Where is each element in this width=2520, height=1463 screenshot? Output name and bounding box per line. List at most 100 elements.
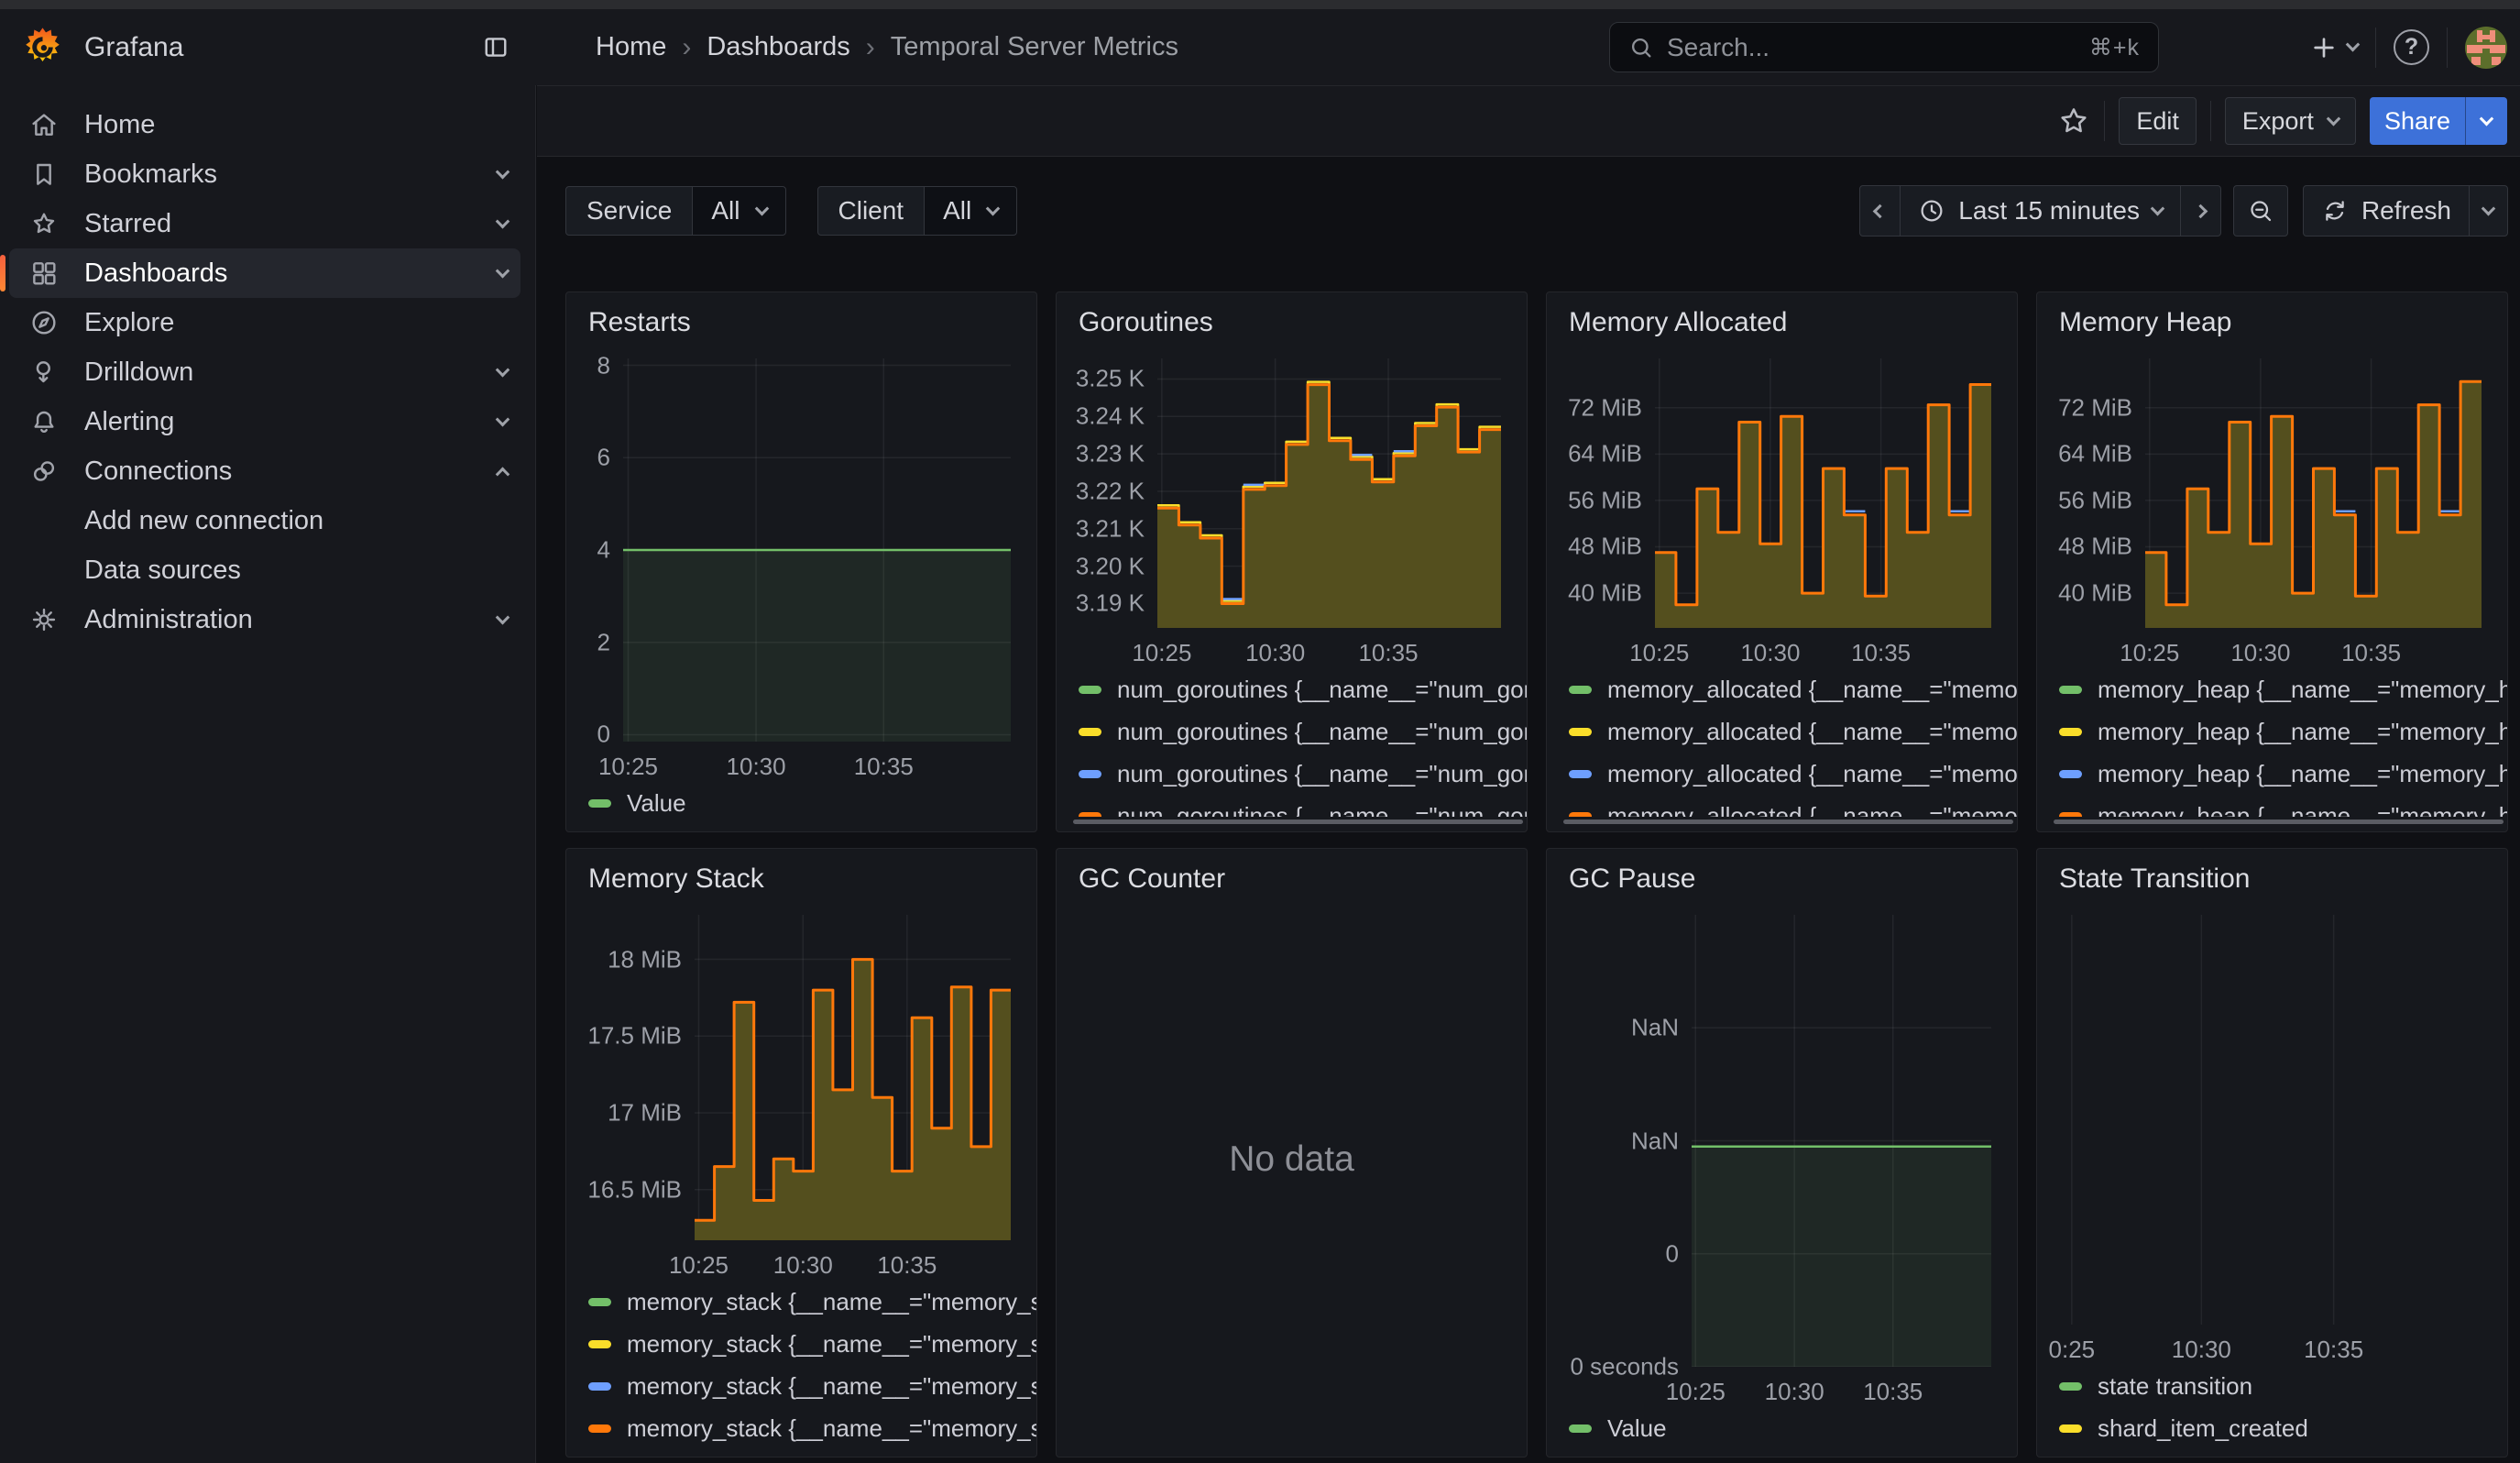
add-new-button[interactable]: [2309, 33, 2358, 62]
chart-plot-area[interactable]: [1655, 358, 1991, 628]
panel-title[interactable]: GC Pause: [1547, 849, 2017, 898]
legend-item[interactable]: num_goroutines {__name__="num_goroutines…: [1073, 710, 1527, 753]
legend-item[interactable]: memory_heap {__name__="memory_heap": [2054, 668, 2507, 710]
legend-item[interactable]: memory_stack {__name__="memory_stack": [583, 1365, 1036, 1407]
time-series-chart: 18 MiB17.5 MiB17 MiB16.5 MiB10:2510:3010…: [566, 898, 1036, 1457]
sidebar-item-explore[interactable]: Explore: [9, 298, 520, 347]
breadcrumb-dashboards[interactable]: Dashboards: [707, 32, 849, 62]
zoom-out-button[interactable]: [2233, 185, 2288, 236]
time-shift-forward-button[interactable]: [2180, 185, 2221, 236]
legend-scrollbar[interactable]: [1563, 820, 2013, 824]
share-button[interactable]: Share: [2370, 97, 2465, 145]
sidebar-item-bookmarks[interactable]: Bookmarks: [9, 149, 520, 199]
panel-title[interactable]: State Transition: [2037, 849, 2507, 898]
chevron-down-icon: [496, 362, 510, 377]
sidebar-item-home[interactable]: Home: [9, 100, 520, 149]
y-tick-label: 3.21 K: [1076, 514, 1145, 543]
legend-item[interactable]: memory_stack {__name__="memory_stack": [583, 1281, 1036, 1323]
bell-icon: [29, 407, 59, 436]
chart-plot-area[interactable]: [1157, 358, 1501, 628]
y-tick-label: 72 MiB: [2058, 393, 2132, 422]
legend-item[interactable]: memory_allocated {__name__="memory_alloc…: [1563, 795, 2017, 817]
dock-sidebar-toggle-button[interactable]: [480, 34, 511, 60]
client-variable-value[interactable]: All: [924, 186, 1017, 236]
panel-title[interactable]: Memory Heap: [2037, 292, 2507, 342]
sidebar-item-alerting[interactable]: Alerting: [9, 397, 520, 446]
breadcrumb-separator: ›: [682, 32, 691, 63]
refresh-interval-button[interactable]: [2469, 185, 2508, 236]
y-tick-label: 48 MiB: [1568, 533, 1642, 561]
sidebar-item-label: Add new connection: [84, 506, 520, 536]
chart-plot-area[interactable]: [623, 358, 1011, 742]
legend-item[interactable]: memory_heap {__name__="memory_heap": [2054, 710, 2507, 753]
search-box[interactable]: ⌘+k: [1609, 22, 2159, 72]
legend-item[interactable]: num_goroutines {__name__="num_goroutines…: [1073, 668, 1527, 710]
legend-item[interactable]: memory_heap {__name__="memory_heap": [2054, 795, 2507, 817]
plus-icon: [2309, 33, 2339, 62]
chevron-up-icon: [496, 467, 510, 481]
dashboard-toolbar: Edit Export Share: [537, 85, 2520, 157]
panel-mem_heap: Memory Heap 72 MiB64 MiB56 MiB48 MiB40 Mi…: [2036, 292, 2508, 832]
legend-item[interactable]: memory_stack {__name__="memory_stack": [583, 1323, 1036, 1365]
legend-item[interactable]: memory_heap {__name__="memory_heap": [2054, 753, 2507, 795]
y-axis: 72 MiB64 MiB56 MiB48 MiB40 MiB: [2054, 358, 2145, 628]
panel-grid: Restarts8642010:2510:3010:35ValueGorouti…: [565, 292, 2508, 1458]
legend-item[interactable]: memory_stack {__name__="memory_stack": [583, 1407, 1036, 1449]
legend: memory_allocated {__name__="memory_alloc…: [1563, 666, 2017, 817]
legend-item[interactable]: num_goroutines {__name__="num_goroutines…: [1073, 753, 1527, 795]
chart-plot-area[interactable]: [1692, 915, 1991, 1367]
sidebar-item-drilldown[interactable]: Drilldown: [9, 347, 520, 397]
breadcrumb-home[interactable]: Home: [596, 32, 666, 62]
sidebar-item-administration[interactable]: Administration: [9, 595, 520, 644]
sidebar-item-connections[interactable]: Connections: [9, 446, 520, 496]
legend-item[interactable]: Value: [583, 782, 1036, 824]
legend-item[interactable]: state transition: [2054, 1365, 2507, 1407]
sidebar-item-data-sources[interactable]: Data sources: [9, 545, 520, 595]
legend-swatch: [2059, 728, 2082, 736]
x-tick-label: 0:25: [2049, 1336, 2096, 1364]
x-tick-label: 10:25: [1666, 1378, 1726, 1406]
sidebar-item-add-new-connection[interactable]: Add new connection: [9, 496, 520, 545]
panel-title[interactable]: Restarts: [566, 292, 1036, 342]
search-input[interactable]: [1667, 33, 2076, 62]
time-range-label: Last 15 minutes: [1958, 196, 2140, 226]
time-shift-back-button[interactable]: [1859, 185, 1901, 236]
chevron-down-icon: [754, 201, 769, 215]
panel-title[interactable]: Memory Allocated: [1547, 292, 2017, 342]
user-avatar[interactable]: [2465, 27, 2507, 69]
legend-label: memory_allocated {__name__="memory_alloc…: [1607, 802, 2017, 818]
chart-plot-area[interactable]: [695, 915, 1011, 1240]
breadcrumb-current: Temporal Server Metrics: [891, 32, 1178, 62]
chevron-down-icon: [2151, 201, 2165, 215]
service-variable-value[interactable]: All: [692, 186, 785, 236]
sidebar-item-dashboards[interactable]: Dashboards: [9, 248, 520, 298]
chart-plot-area[interactable]: [2059, 915, 2482, 1325]
legend-item[interactable]: memory_allocated {__name__="memory_alloc…: [1563, 668, 2017, 710]
panel-title[interactable]: Memory Stack: [566, 849, 1036, 898]
legend-item[interactable]: shard_item_created: [2054, 1407, 2507, 1449]
export-button[interactable]: Export: [2225, 97, 2356, 145]
help-button[interactable]: ?: [2394, 29, 2429, 65]
refresh-button[interactable]: Refresh: [2303, 185, 2470, 236]
legend-item[interactable]: num_goroutines {__name__="num_goroutines…: [1073, 795, 1527, 817]
legend-scrollbar[interactable]: [2054, 820, 2504, 824]
edit-button[interactable]: Edit: [2119, 97, 2197, 145]
legend-item[interactable]: memory_allocated {__name__="memory_alloc…: [1563, 753, 2017, 795]
legend-label: num_goroutines {__name__="num_goroutines…: [1117, 676, 1527, 704]
panel-title[interactable]: GC Counter: [1057, 849, 1527, 898]
legend-item[interactable]: memory_allocated {__name__="memory_alloc…: [1563, 710, 2017, 753]
share-menu-button[interactable]: [2465, 97, 2507, 145]
panel-goroutines: Goroutines3.25 K3.24 K3.23 K3.22 K3.21 K…: [1056, 292, 1528, 832]
time-range-picker[interactable]: Last 15 minutes: [1900, 185, 2181, 236]
y-tick-label: 18 MiB: [608, 945, 682, 974]
x-tick-label: 10:30: [2172, 1336, 2231, 1364]
drilldown-icon: [29, 358, 59, 387]
sidebar-item-starred[interactable]: Starred: [9, 199, 520, 248]
chevron-down-icon: [2346, 38, 2361, 52]
legend-scrollbar[interactable]: [1073, 820, 1523, 824]
panel-title[interactable]: Goroutines: [1057, 292, 1527, 342]
chevron-down-icon: [2327, 111, 2341, 126]
chart-plot-area[interactable]: [2145, 358, 2482, 628]
legend-item[interactable]: Value: [1563, 1407, 2017, 1449]
favorite-star-button[interactable]: [2057, 104, 2090, 138]
